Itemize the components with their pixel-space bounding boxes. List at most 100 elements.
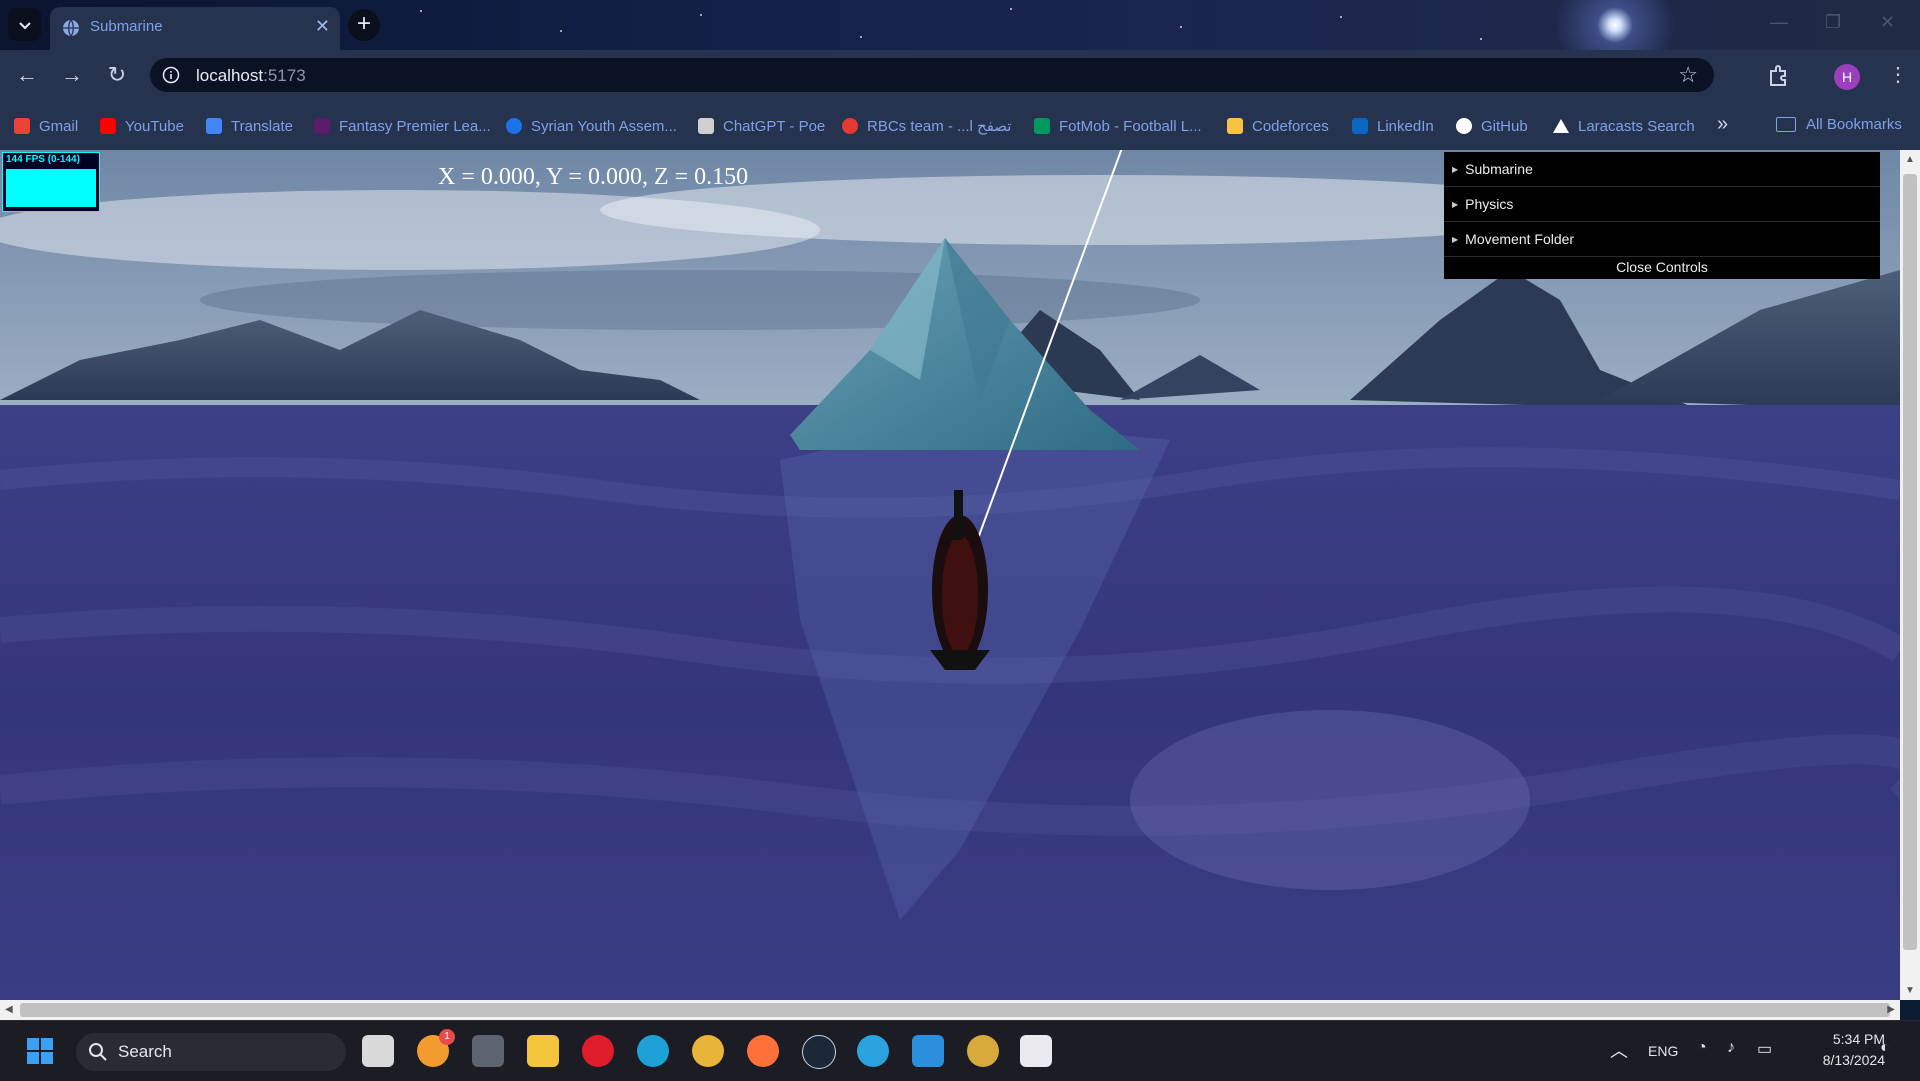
bookmark-linkedin[interactable]: LinkedIn [1352, 116, 1434, 136]
clock-time[interactable]: 5:34 PM [1815, 1031, 1885, 1047]
linkedin-icon [1352, 118, 1368, 134]
url-host: localhost [196, 66, 264, 85]
bookmarks-bar: Gmail YouTube Translate Fantasy Premier … [0, 100, 1920, 150]
new-tab-button[interactable]: + [348, 9, 380, 41]
close-window-icon[interactable]: ✕ [1880, 12, 1895, 33]
windows-start-icon[interactable] [24, 1035, 56, 1067]
fps-graph [6, 169, 96, 207]
profile-avatar[interactable]: H [1834, 64, 1860, 90]
chevron-down-icon [18, 21, 31, 29]
bookmark-fantasy-premier[interactable]: Fantasy Premier Lea... [314, 116, 491, 136]
scroll-up-icon[interactable]: ▲ [1905, 154, 1915, 165]
bookmark-label: FotMob - Football L... [1059, 117, 1202, 135]
horizontal-scroll-thumb[interactable] [20, 1003, 1890, 1017]
fps-label: 144 FPS (0-144) [6, 154, 80, 165]
maximize-icon[interactable]: ❐ [1825, 12, 1841, 33]
tab-search-button[interactable] [8, 8, 41, 41]
chrome-profile-icon[interactable] [967, 1035, 999, 1067]
site-info-icon[interactable] [162, 66, 180, 84]
scroll-right-icon[interactable]: ▶ [1887, 1004, 1895, 1015]
steam-icon[interactable] [802, 1035, 836, 1069]
scroll-left-icon[interactable]: ◀ [5, 1004, 13, 1015]
snipping-tool-icon[interactable] [1020, 1035, 1052, 1067]
taskbar-search[interactable]: Search [76, 1033, 346, 1071]
wallpaper-star [1480, 38, 1482, 40]
tab-strip: Submarine ✕ + — ❐ ✕ [0, 0, 1920, 50]
bookmark-label: Laracasts Search [1578, 117, 1695, 135]
bookmark-codeforces[interactable]: Codeforces [1227, 116, 1329, 136]
chevron-up-icon[interactable]: ︿ [1610, 1037, 1628, 1063]
extensions-icon[interactable] [1766, 62, 1792, 88]
all-bookmarks-button[interactable]: All Bookmarks [1776, 116, 1902, 133]
folder-label: Movement Folder [1465, 231, 1575, 247]
folder-collapsed-icon: ▶ [1452, 234, 1459, 244]
close-tab-icon[interactable]: ✕ [315, 16, 330, 37]
globe-icon [63, 19, 79, 37]
reload-button[interactable]: ↻ [104, 62, 130, 88]
search-label: Search [118, 1042, 172, 1061]
notifications-icon[interactable]: ◐ [1880, 1039, 1890, 1057]
folder-movement[interactable]: ▶ Movement Folder [1444, 222, 1880, 257]
more-bookmarks-icon[interactable]: » [1717, 113, 1728, 136]
chrome-icon[interactable] [692, 1035, 724, 1067]
codeforces-icon [1227, 118, 1243, 134]
browser-app-icon[interactable]: 1 [417, 1029, 455, 1067]
firefox-icon[interactable] [747, 1035, 779, 1067]
water-reflection [1130, 710, 1530, 890]
opera-icon[interactable] [582, 1035, 614, 1067]
search-icon [89, 1043, 107, 1061]
vertical-scroll-thumb[interactable] [1903, 174, 1917, 950]
arrow-left-icon: ← [16, 62, 38, 87]
reload-icon: ↻ [107, 62, 127, 87]
horizontal-scrollbar[interactable]: ◀ ▶ [0, 1000, 1900, 1020]
bookmark-github[interactable]: GitHub [1456, 116, 1528, 136]
volume-icon[interactable]: ♪ [1727, 1039, 1735, 1057]
bookmark-label: Gmail [39, 117, 79, 135]
tab-title: Submarine [90, 18, 163, 35]
forward-button[interactable]: → [59, 62, 85, 88]
fotmob-icon [1034, 118, 1050, 134]
fps-stats-panel[interactable]: 144 FPS (0-144) [2, 152, 100, 212]
clock-date[interactable]: 8/13/2024 [1795, 1052, 1885, 1068]
bookmark-rbcs-team[interactable]: RBCs team - ...l تصفح [842, 116, 1011, 136]
arrow-right-icon: → [61, 62, 83, 87]
language-indicator[interactable]: ENG [1648, 1043, 1678, 1059]
unity-icon[interactable] [472, 1035, 504, 1067]
back-button[interactable]: ← [14, 62, 40, 88]
browser-tab[interactable]: Submarine ✕ [50, 7, 340, 50]
telegram-icon[interactable] [857, 1035, 889, 1067]
folder-collapsed-icon: ▶ [1452, 199, 1459, 209]
browser-menu-icon[interactable]: ⋮ [1888, 62, 1908, 87]
bookmark-youtube[interactable]: YouTube [100, 116, 184, 136]
folder-label: Physics [1465, 196, 1514, 212]
folder-submarine[interactable]: ▶ Submarine [1444, 152, 1880, 187]
github-icon [1456, 118, 1472, 134]
bookmark-star-icon[interactable]: ☆ [1678, 62, 1698, 88]
folder-physics[interactable]: ▶ Physics [1444, 187, 1880, 222]
bookmark-label: Translate [231, 117, 293, 135]
bookmark-laracasts[interactable]: Laracasts Search [1553, 116, 1695, 136]
vscode-icon[interactable] [912, 1035, 944, 1067]
wallpaper-star [700, 14, 702, 16]
task-view-icon[interactable] [362, 1035, 394, 1067]
file-explorer-icon[interactable] [527, 1035, 559, 1067]
bookmark-chatgpt-poe[interactable]: ChatGPT - Poe [698, 116, 825, 136]
bookmark-gmail[interactable]: Gmail [14, 116, 78, 136]
wifi-icon[interactable]: ◔ [1697, 1039, 1707, 1057]
bookmark-label: ChatGPT - Poe [723, 117, 826, 135]
bookmark-label: YouTube [125, 117, 184, 135]
bookmark-fotmob[interactable]: FotMob - Football L... [1034, 116, 1202, 136]
scroll-down-icon[interactable]: ▼ [1905, 985, 1915, 996]
bookmark-label: LinkedIn [1377, 117, 1434, 135]
minimize-icon[interactable]: — [1770, 12, 1788, 33]
vertical-scrollbar[interactable]: ▲ ▼ [1900, 150, 1920, 1000]
folder-collapsed-icon: ▶ [1452, 164, 1459, 174]
edge-icon[interactable] [637, 1035, 669, 1067]
wallpaper-star [860, 36, 862, 38]
bookmark-label: RBCs team - ...l تصفح [867, 118, 1012, 135]
address-bar[interactable]: localhost:5173 ☆ [150, 58, 1714, 92]
close-controls-button[interactable]: Close Controls [1444, 255, 1880, 279]
bookmark-translate[interactable]: Translate [206, 116, 293, 136]
bookmark-syrian-youth[interactable]: Syrian Youth Assem... [506, 116, 677, 136]
battery-icon[interactable]: ▭ [1757, 1039, 1772, 1059]
